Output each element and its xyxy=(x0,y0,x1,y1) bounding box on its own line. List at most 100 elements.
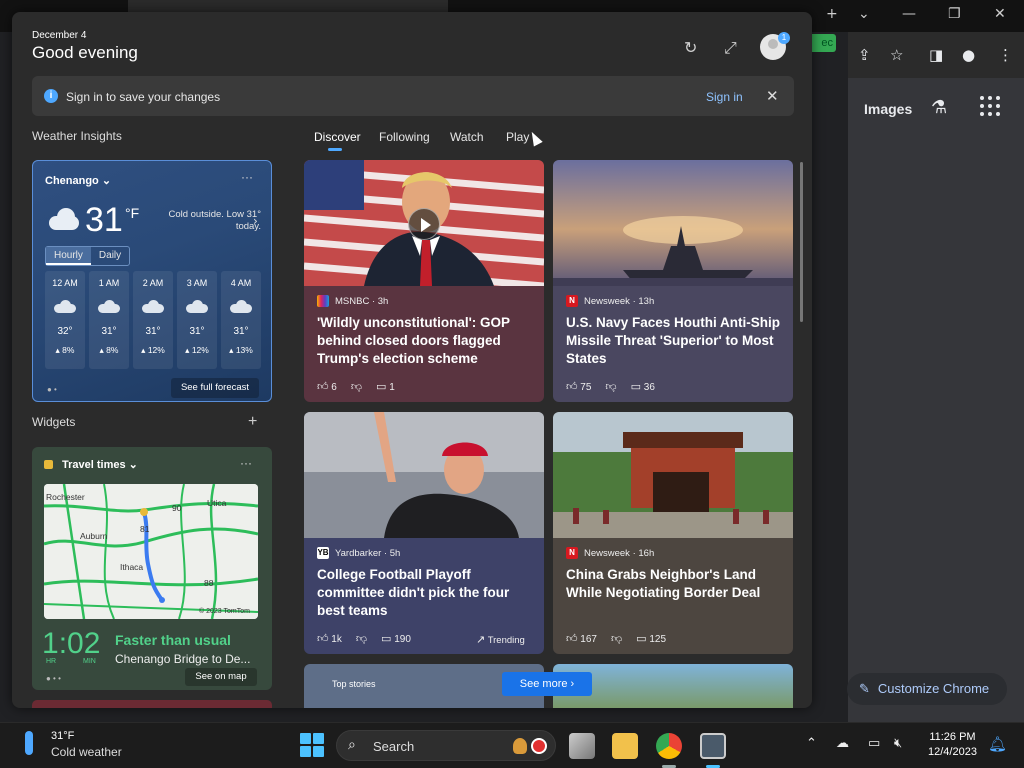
cloud-sync-icon[interactable]: ☁ xyxy=(836,736,849,751)
news-title[interactable]: College Football Playoff committee didn'… xyxy=(317,566,537,620)
news-card[interactable]: YB Yardbarker · 5h College Football Playo… xyxy=(304,412,544,654)
cloud-icon xyxy=(186,300,208,313)
news-source: N Newsweek · 16h xyxy=(566,547,654,559)
thumbs-down-icon[interactable]: 👎︎ xyxy=(356,632,367,645)
tab-following[interactable]: Following xyxy=(379,130,430,144)
mouse-cursor xyxy=(527,129,543,147)
like-button[interactable]: 👍︎ 167 xyxy=(566,632,597,645)
show-hidden-icons-icon[interactable]: ⌃ xyxy=(806,736,817,751)
news-title[interactable]: U.S. Navy Faces Houthi Anti-Ship Missile… xyxy=(566,314,786,368)
feed-scrollbar[interactable] xyxy=(800,162,803,322)
taskbar-weather-temp[interactable]: 31°F xyxy=(51,730,74,742)
calculator-icon[interactable] xyxy=(700,733,726,759)
hour-column: 4 AM 31° ▴ 13% xyxy=(221,271,261,369)
traffic-map[interactable]: Rochester Utica Auburn Ithaca 90 81 88 ©… xyxy=(44,484,258,619)
thumbs-down-icon[interactable]: 👎︎ xyxy=(611,632,622,645)
tab-discover[interactable]: Discover xyxy=(314,130,361,144)
volume-muted-icon[interactable]: 🔇︎ xyxy=(894,736,902,751)
notification-bell-icon[interactable]: 🔔︎ xyxy=(988,735,1007,753)
travel-duration: 1:02 xyxy=(42,627,101,660)
comment-button[interactable]: ▭ 1 xyxy=(376,380,395,393)
more-options-icon[interactable]: ··· xyxy=(240,456,252,470)
comment-button[interactable]: ▭ 125 xyxy=(636,632,666,645)
weather-widget[interactable]: Chenango ⌄ ··· 31 °F Cold outside. Low 3… xyxy=(32,160,272,402)
widgets-panel: December 4 Good evening ↻ ⤢ 1 i Sign in … xyxy=(12,12,812,708)
thumbs-down-icon[interactable]: 👎︎ xyxy=(351,380,362,393)
labs-flask-icon[interactable]: ⚗ xyxy=(931,97,947,118)
bookmark-star-icon[interactable]: ☆ xyxy=(890,46,903,64)
cloud-icon xyxy=(98,300,120,313)
news-card[interactable]: N Newsweek · 16h China Grabs Neighbor's L… xyxy=(553,412,793,654)
forecast-tabs: Hourly Daily xyxy=(45,246,131,266)
add-widget-icon[interactable]: + xyxy=(248,413,257,431)
tab-play[interactable]: Play xyxy=(506,130,529,144)
tab-daily[interactable]: Daily xyxy=(91,247,129,265)
taskbar-search[interactable]: ⌕ Search xyxy=(336,730,556,761)
top-stories-label: Top stories xyxy=(332,679,376,689)
news-card[interactable]: N Newsweek · 13h U.S. Navy Faces Houthi A… xyxy=(553,160,793,402)
map-label: Ithaca xyxy=(120,562,144,572)
refresh-icon[interactable]: ↻ xyxy=(684,38,697,57)
page-dots: ● • • xyxy=(46,674,61,683)
see-full-forecast-button[interactable]: See full forecast xyxy=(171,378,259,398)
comment-button[interactable]: ▭ 190 xyxy=(381,632,411,645)
profile-icon[interactable]: ● xyxy=(962,46,975,64)
news-image xyxy=(304,412,544,538)
file-explorer-icon[interactable] xyxy=(612,733,638,759)
tab-search-icon[interactable]: ⌄ xyxy=(858,6,870,22)
play-video-icon[interactable] xyxy=(408,208,440,240)
restore-button[interactable]: ❐ xyxy=(948,6,961,22)
traffic-icon xyxy=(44,460,53,469)
news-actions: 👍︎ 75 👎︎ ▭ 36 xyxy=(566,380,655,393)
new-tab-button[interactable]: + xyxy=(826,6,838,22)
news-title[interactable]: China Grabs Neighbor's Land While Negoti… xyxy=(566,566,786,602)
search-icon: ⌕ xyxy=(348,737,356,753)
news-image xyxy=(553,412,793,538)
comment-icon: ▭ xyxy=(381,632,392,645)
more-options-icon[interactable]: ··· xyxy=(241,170,253,184)
like-button[interactable]: 👍︎ 1k xyxy=(317,632,342,645)
like-button[interactable]: 👍︎ 6 xyxy=(317,380,337,393)
panel-date: December 4 xyxy=(32,30,87,41)
next-widget-peek xyxy=(32,700,272,708)
thumbs-down-icon[interactable]: 👎︎ xyxy=(605,380,616,393)
images-link[interactable]: Images xyxy=(864,101,912,117)
see-more-button[interactable]: See more › xyxy=(502,672,592,696)
close-icon[interactable]: ✕ xyxy=(766,87,779,105)
chevron-down-icon: ⌄ xyxy=(101,175,112,187)
task-view-icon[interactable] xyxy=(569,733,595,759)
map-copyright: © 2023 TomTom xyxy=(199,608,250,615)
travel-times-widget[interactable]: Travel times ⌄ ··· Rochester Utica Aubur… xyxy=(32,447,272,690)
news-title[interactable]: 'Wildly unconstitutional': GOP behind cl… xyxy=(317,314,537,368)
tab-hourly[interactable]: Hourly xyxy=(46,247,91,265)
comment-icon: ▭ xyxy=(630,380,641,393)
weather-section-title: Weather Insights xyxy=(32,129,122,143)
expand-icon[interactable]: ⤢ xyxy=(724,38,737,58)
news-card[interactable]: MSNBC · 3h 'Wildly unconstitutional': GO… xyxy=(304,160,544,402)
chrome-menu-icon[interactable]: ⋮ xyxy=(998,46,1013,64)
share-icon[interactable]: ⇪ xyxy=(858,46,871,64)
minimize-button[interactable]: — xyxy=(902,6,916,22)
tab-watch[interactable]: Watch xyxy=(450,130,484,144)
signin-link[interactable]: Sign in xyxy=(706,90,743,104)
start-button-icon[interactable] xyxy=(300,733,324,757)
close-window-button[interactable]: ✕ xyxy=(994,6,1006,22)
clock[interactable]: 11:26 PM 12/4/2023 xyxy=(928,730,977,760)
weather-location[interactable]: Chenango ⌄ xyxy=(45,174,111,187)
customize-chrome-button[interactable]: ✎ Customize Chrome xyxy=(847,673,1007,705)
see-on-map-button[interactable]: See on map xyxy=(185,668,257,686)
chevron-right-icon[interactable]: › xyxy=(253,214,258,228)
thumbs-up-icon: 👍︎ xyxy=(317,380,329,393)
comment-button[interactable]: ▭ 36 xyxy=(631,380,655,393)
travel-title[interactable]: Travel times ⌄ xyxy=(62,458,138,471)
like-button[interactable]: 👍︎ 75 xyxy=(566,380,591,393)
taskbar-weather-desc[interactable]: Cold weather xyxy=(51,745,122,759)
side-panel-icon[interactable]: ◨ xyxy=(929,46,943,64)
network-icon[interactable]: ▭ xyxy=(868,736,880,751)
chrome-app-icon[interactable] xyxy=(656,733,682,759)
current-temperature: 31 xyxy=(85,201,123,239)
chrome-page-area xyxy=(848,78,1024,722)
thermometer-icon[interactable] xyxy=(25,731,33,755)
google-apps-icon[interactable] xyxy=(980,96,1000,116)
trending-icon: ↗ xyxy=(476,633,486,646)
